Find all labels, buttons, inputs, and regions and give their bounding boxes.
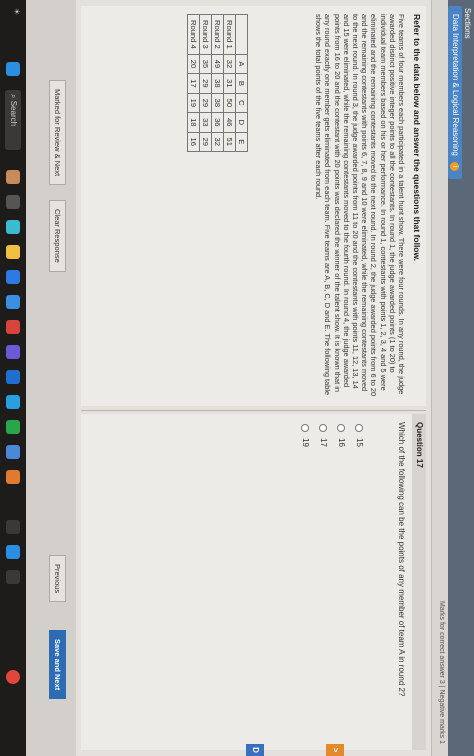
windows-start-icon[interactable] <box>6 62 20 76</box>
table-header-cell: C <box>235 93 248 113</box>
chrome-icon[interactable] <box>6 670 20 684</box>
table-cell: 19 <box>187 93 200 113</box>
app-icon[interactable] <box>6 220 20 234</box>
table-cell: 46 <box>223 112 236 133</box>
folder-icon[interactable] <box>6 245 20 259</box>
search-icon: ⌕ <box>9 94 18 99</box>
table-row: Round 2 49 38 38 36 32 <box>211 14 224 152</box>
table-row: Round 3 35 29 29 33 29 <box>199 14 212 152</box>
table-cell: 36 <box>211 112 224 133</box>
app-icon[interactable] <box>6 170 20 184</box>
table-header-cell: B <box>235 73 248 94</box>
table-header-cell: A <box>235 54 248 74</box>
radio-button[interactable] <box>319 424 328 432</box>
action-bar: Marked for Review & Next Clear Response … <box>26 0 76 756</box>
rotated-screenshot: Sections Data Interpretation & Logical R… <box>0 0 474 756</box>
previous-button[interactable]: Previous <box>49 555 66 603</box>
table-header-cell <box>235 14 248 55</box>
app-icon[interactable] <box>6 345 20 359</box>
radio-button[interactable] <box>337 424 346 432</box>
marks-bar: Marks for correct answer 3 | Negative ma… <box>431 0 448 756</box>
question-pane: Question 17 Which of the following can b… <box>81 414 426 750</box>
app-icon[interactable] <box>6 270 20 284</box>
radio-button[interactable] <box>301 424 310 432</box>
marks-info: Marks for correct answer 3 | Negative ma… <box>438 600 445 744</box>
os-taskbar: ☀ ⌕ Search <box>0 0 26 756</box>
app-icon[interactable] <box>6 395 20 409</box>
table-cell: 31 <box>223 73 236 94</box>
table-row: Round 4 20 17 19 18 16 <box>187 14 200 152</box>
section-tab-dilr[interactable]: Data Interpretation & Logical Reasoning … <box>448 6 462 180</box>
app-icon[interactable] <box>6 195 20 209</box>
option-label: 17 <box>319 438 328 447</box>
option-4[interactable]: 19 <box>301 424 310 447</box>
option-label: 15 <box>355 438 364 447</box>
table-cell: 38 <box>211 93 224 113</box>
app-icon[interactable] <box>6 295 20 309</box>
side-tab-blue[interactable]: D <box>246 744 264 756</box>
table-cell: Round 2 <box>211 14 224 55</box>
option-label: 19 <box>301 438 310 447</box>
app-icon[interactable] <box>6 470 20 484</box>
weather-icon[interactable]: ☀ <box>12 8 21 15</box>
table-cell: 18 <box>187 112 200 133</box>
pane-divider[interactable] <box>81 410 426 411</box>
passage-text: Five teams of four members each particip… <box>314 14 406 397</box>
table-cell: 29 <box>199 73 212 94</box>
taskbar-search-input[interactable]: ⌕ Search <box>5 90 21 150</box>
table-row: Round 1 32 31 50 46 51 <box>223 14 236 152</box>
side-tab-orange[interactable]: > <box>326 744 344 756</box>
info-icon[interactable]: i <box>450 162 459 172</box>
table-cell: 17 <box>187 73 200 94</box>
question-number: Question 17 <box>412 414 426 750</box>
option-label: 16 <box>337 438 346 447</box>
table-cell: 32 <box>211 132 224 152</box>
table-cell: 29 <box>199 132 212 152</box>
radio-button[interactable] <box>355 424 364 432</box>
facebook-icon[interactable] <box>6 370 20 384</box>
table-cell: 33 <box>199 112 212 133</box>
table-cell: 50 <box>223 93 236 113</box>
section-tab-label: Data Interpretation & Logical Reasoning <box>451 14 460 156</box>
option-3[interactable]: 17 <box>319 424 328 447</box>
table-header-cell: E <box>235 132 248 152</box>
search-placeholder: Search <box>9 100 18 127</box>
mark-review-button[interactable]: Marked for Review & Next <box>49 80 66 186</box>
table-cell: 32 <box>223 54 236 74</box>
app-icon[interactable] <box>6 445 20 459</box>
table-cell: 49 <box>211 54 224 74</box>
clear-response-button[interactable]: Clear Response <box>49 200 66 272</box>
app-icon[interactable] <box>6 520 20 534</box>
table-header-cell: D <box>235 112 248 133</box>
passage-pane[interactable]: Refer to the data below and answer the q… <box>81 6 426 406</box>
option-1[interactable]: 15 <box>355 424 364 447</box>
table-cell: 51 <box>223 132 236 152</box>
points-table: A B C D E Round 1 32 31 50 46 51 Round 2… <box>187 14 248 152</box>
option-2[interactable]: 16 <box>337 424 346 447</box>
app-icon[interactable] <box>6 570 20 584</box>
table-cell: Round 1 <box>223 14 236 55</box>
table-header-row: A B C D E <box>235 14 248 152</box>
app-icon[interactable] <box>6 420 20 434</box>
table-cell: 20 <box>187 54 200 74</box>
exam-screen: Sections Data Interpretation & Logical R… <box>26 0 474 756</box>
table-cell: 29 <box>199 93 212 113</box>
save-next-button[interactable]: Save and Next <box>49 630 66 700</box>
question-text: Which of the following can be the points… <box>397 422 406 697</box>
sections-bar: Sections Data Interpretation & Logical R… <box>448 0 474 756</box>
table-cell: 35 <box>199 54 212 74</box>
sections-label: Sections <box>463 8 472 39</box>
table-cell: 38 <box>211 73 224 94</box>
app-icon[interactable] <box>6 320 20 334</box>
app-icon[interactable] <box>6 545 20 559</box>
table-cell: 16 <box>187 132 200 152</box>
passage-title: Refer to the data below and answer the q… <box>412 14 422 262</box>
table-cell: Round 3 <box>199 14 212 55</box>
table-cell: Round 4 <box>187 14 200 55</box>
